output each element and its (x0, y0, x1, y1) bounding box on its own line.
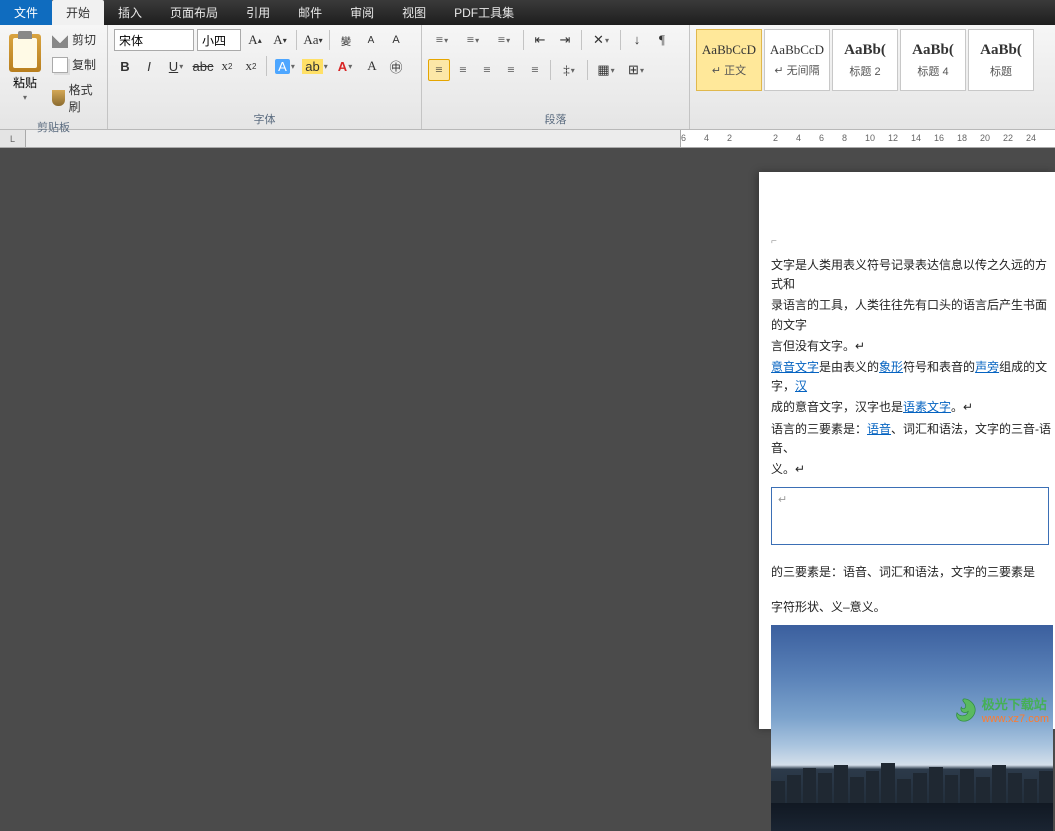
copy-button[interactable]: 复制 (48, 54, 101, 75)
menu-bar: 文件 开始 插入 页面布局 引用 邮件 审阅 视图 PDF工具集 (0, 0, 1055, 25)
text-box[interactable]: ↵ (771, 487, 1049, 545)
char-shading-button[interactable]: A (361, 55, 383, 77)
indent-increase-button[interactable]: ⇥ (554, 29, 576, 51)
group-paragraph: ≡ ≡ ≡ ⇤ ⇥ ✕ ↓ ¶ ≡ ≡ ≡ ≡ ≡ ‡ ▦ (422, 25, 690, 129)
paste-button[interactable]: 粘贴 ▾ (6, 29, 44, 117)
group-font: A▴ A▾ Aa▾ 變 A A B I U abc x2 x2 A ab A (108, 25, 422, 129)
text-direction-button[interactable]: ✕ (587, 29, 615, 51)
char-border-button[interactable]: A (360, 29, 382, 51)
tab-view[interactable]: 视图 (388, 0, 440, 25)
watermark-text: 极光下载站 (982, 694, 1049, 713)
tab-pdf[interactable]: PDF工具集 (440, 0, 528, 25)
link-yiyin[interactable]: 意音文字 (771, 360, 819, 374)
bullets-button[interactable]: ≡ (428, 29, 456, 51)
group-clipboard: 粘贴 ▾ 剪切 复制 格式刷 剪贴板 (0, 25, 108, 129)
group-styles: AaBbCcD↵ 正文AaBbCcD↵ 无间隔AaBb(标题 2AaBb(标题 … (690, 25, 1055, 129)
subscript-button[interactable]: x2 (216, 55, 238, 77)
multilevel-button[interactable]: ≡ (490, 29, 518, 51)
watermark-url: www.xz7.com (982, 713, 1049, 725)
clear-format-button[interactable]: A (385, 29, 407, 51)
cut-icon (52, 32, 68, 48)
document-area: ⌐ 文字是人类用表义符号记录表达信息以传之久远的方式和 录语言的工具，人类往往先… (0, 148, 1055, 729)
strike-button[interactable]: abc (192, 55, 214, 77)
paragraph-label: 段落 (428, 109, 683, 127)
style-box-2[interactable]: AaBb(标题 2 (832, 29, 898, 91)
align-right-button[interactable]: ≡ (476, 59, 498, 81)
brush-icon (52, 90, 65, 106)
link-yusu[interactable]: 语素文字 (903, 400, 951, 414)
enclose-char-button[interactable]: ㊥ (385, 55, 407, 77)
link-xiangxing[interactable]: 象形 (879, 360, 903, 374)
shading-button[interactable]: ▦ (592, 59, 620, 81)
borders-button[interactable]: ⊞ (622, 59, 650, 81)
font-size-select[interactable] (197, 29, 241, 51)
document-image[interactable] (771, 625, 1053, 831)
shrink-font-button[interactable]: A▾ (269, 29, 291, 51)
font-name-select[interactable] (114, 29, 194, 51)
tab-insert[interactable]: 插入 (104, 0, 156, 25)
superscript-button[interactable]: x2 (240, 55, 262, 77)
text-effects-button[interactable]: A (271, 55, 299, 77)
copy-icon (52, 57, 68, 73)
watermark: 极光下载站 www.xz7.com (950, 694, 1049, 725)
horizontal-ruler[interactable]: 64224681012141618202224 (680, 130, 1055, 147)
tab-mail[interactable]: 邮件 (284, 0, 336, 25)
style-box-1[interactable]: AaBbCcD↵ 无间隔 (764, 29, 830, 91)
italic-button[interactable]: I (138, 55, 160, 77)
tab-references[interactable]: 引用 (232, 0, 284, 25)
style-box-3[interactable]: AaBb(标题 4 (900, 29, 966, 91)
align-justify-button[interactable]: ≡ (500, 59, 522, 81)
line-spacing-button[interactable]: ‡ (555, 59, 583, 81)
phonetic-guide-button[interactable]: 變 (335, 29, 357, 51)
underline-button[interactable]: U (162, 55, 190, 77)
numbering-button[interactable]: ≡ (459, 29, 487, 51)
font-label: 字体 (114, 109, 415, 127)
indent-decrease-button[interactable]: ⇤ (529, 29, 551, 51)
align-left-button[interactable]: ≡ (428, 59, 450, 81)
font-color-button[interactable]: A (331, 55, 359, 77)
align-center-button[interactable]: ≡ (452, 59, 474, 81)
cursor-icon: ⌐ (771, 234, 1055, 250)
watermark-logo-icon (950, 696, 978, 724)
style-box-0[interactable]: AaBbCcD↵ 正文 (696, 29, 762, 91)
grow-font-button[interactable]: A▴ (244, 29, 266, 51)
style-box-4[interactable]: AaBb(标题 (968, 29, 1034, 91)
show-marks-button[interactable]: ¶ (651, 29, 673, 51)
tab-home[interactable]: 开始 (52, 0, 104, 25)
highlight-button[interactable]: ab (301, 55, 329, 77)
tab-selector[interactable]: L (0, 130, 26, 147)
link-yuyin[interactable]: 语音 (867, 422, 891, 436)
link-shengpang[interactable]: 声旁 (975, 360, 999, 374)
cut-button[interactable]: 剪切 (48, 29, 101, 50)
sort-button[interactable]: ↓ (626, 29, 648, 51)
align-distribute-button[interactable]: ≡ (524, 59, 546, 81)
tab-review[interactable]: 审阅 (336, 0, 388, 25)
bold-button[interactable]: B (114, 55, 136, 77)
ribbon: 粘贴 ▾ 剪切 复制 格式刷 剪贴板 A▴ A▾ Aa▾ 變 A (0, 25, 1055, 130)
paste-label: 粘贴 (13, 74, 37, 91)
link-han[interactable]: 汉 (795, 379, 807, 393)
format-brush-button[interactable]: 格式刷 (48, 79, 101, 117)
change-case-button[interactable]: Aa▾ (302, 29, 324, 51)
paste-icon (9, 34, 41, 72)
document-page[interactable]: ⌐ 文字是人类用表义符号记录表达信息以传之久远的方式和 录语言的工具，人类往往先… (759, 172, 1055, 729)
tab-file[interactable]: 文件 (0, 0, 52, 25)
ruler-bar: L 64224681012141618202224 (0, 130, 1055, 148)
tab-layout[interactable]: 页面布局 (156, 0, 232, 25)
